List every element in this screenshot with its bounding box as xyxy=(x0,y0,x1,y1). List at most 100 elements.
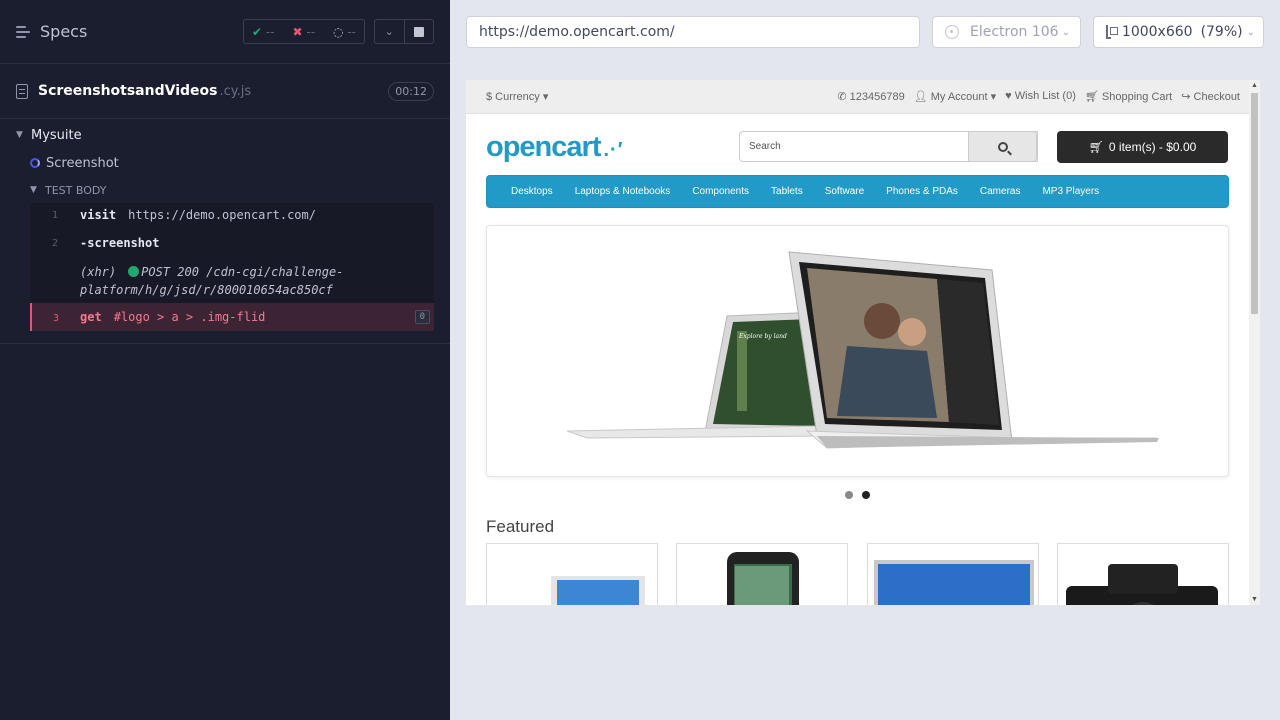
share-icon: ↪ xyxy=(1181,91,1191,103)
menu-item[interactable]: MP3 Players xyxy=(1031,186,1110,197)
command-number: 2 xyxy=(51,238,59,249)
command-name: visit xyxy=(80,208,117,222)
cart-button-label: 0 item(s) - $0.00 xyxy=(1108,140,1197,154)
currency-dropdown[interactable]: $ Currency ▾ xyxy=(486,90,548,103)
cart-button[interactable]: 🛒︎ 0 item(s) - $0.00 xyxy=(1057,131,1228,163)
cart-icon: 🛒︎ xyxy=(1084,91,1099,103)
checkout-link[interactable]: ↪ Checkout xyxy=(1181,90,1240,103)
product-card[interactable] xyxy=(676,543,848,605)
cart-icon: 🛒︎ xyxy=(1088,140,1104,154)
url-bar[interactable]: https://demo.opencart.com/ xyxy=(466,16,920,48)
aut-scrollbar[interactable]: ▲ ▼ xyxy=(1249,80,1260,605)
hero-slideshow[interactable]: Explore by land xyxy=(486,225,1229,477)
search-button[interactable] xyxy=(968,131,1037,162)
viewport-zoom: (79%) xyxy=(1200,24,1243,40)
chevron-down-icon: ⌄ xyxy=(1061,26,1070,38)
slide-caption: Explore by land xyxy=(738,333,787,340)
reporter-panel: Specs ✔ -- ✖ -- ◌ -- ⌄ ScreenshotsandVid… xyxy=(0,0,450,720)
chevron-down-icon: ▼ xyxy=(16,130,23,140)
command-number: 1 xyxy=(51,210,59,221)
macbook-air-banner-image: Explore by land xyxy=(566,251,1159,449)
chevron-down-icon: ⌄ xyxy=(1246,26,1255,38)
shopping-cart-link[interactable]: 🛒︎ Shopping Cart xyxy=(1085,90,1172,103)
stop-icon xyxy=(413,26,424,37)
specs-title[interactable]: Specs xyxy=(40,22,87,41)
suite-title: Mysuite xyxy=(31,127,82,143)
command-number: 3 xyxy=(52,312,60,324)
menu-item[interactable]: Phones & PDAs xyxy=(875,186,969,197)
slide-dot[interactable] xyxy=(845,491,853,499)
wishlist-link[interactable]: ♥ Wish List (0) xyxy=(1005,90,1076,103)
stop-button[interactable] xyxy=(403,20,434,43)
camera-product-image xyxy=(1066,564,1218,605)
viewport-info[interactable]: 1000x660 (79%) ⌄ xyxy=(1093,16,1264,48)
product-card[interactable] xyxy=(486,543,658,605)
menu-item[interactable]: Tablets xyxy=(760,186,814,197)
passed-count: -- xyxy=(265,24,275,39)
test-body-toggle[interactable]: ▼ TEST BODY xyxy=(0,177,450,203)
suite-row[interactable]: ▼ Mysuite xyxy=(0,121,450,149)
menu-item[interactable]: Desktops xyxy=(500,186,564,197)
element-count-badge: 0 xyxy=(414,310,430,324)
slideshow-pagination xyxy=(845,491,870,499)
browser-name: Electron 106 xyxy=(970,24,1059,40)
menu-item[interactable]: Components xyxy=(681,186,760,197)
pending-count: -- xyxy=(347,24,356,39)
browser-selector[interactable]: Electron 106 ⌄ xyxy=(932,16,1081,48)
ruler-icon xyxy=(1106,25,1118,39)
heart-icon: ♥ xyxy=(1005,90,1012,102)
menu-item[interactable]: Software xyxy=(814,186,875,197)
command-name: get xyxy=(80,310,102,324)
spec-file-row: ScreenshotsandVideos .cy.js 00:12 xyxy=(0,64,450,119)
command-row[interactable]: 1 visit https://demo.opencart.com/ xyxy=(30,203,434,231)
xhr-label: (xhr) xyxy=(80,265,117,279)
command-row[interactable]: 2 -screenshot xyxy=(30,231,434,259)
test-body-label: TEST BODY xyxy=(45,183,107,197)
macbook-product-image xyxy=(551,576,645,605)
command-arg: #logo > a > .img-flid xyxy=(113,310,266,324)
command-arg: https://demo.opencart.com/ xyxy=(128,208,316,222)
specs-list-icon[interactable] xyxy=(16,25,32,39)
phone-link[interactable]: ✆ 123456789 xyxy=(837,90,904,103)
passed-icon: ✔ xyxy=(252,24,263,39)
my-account-link[interactable]: 👤︎ My Account ▾ xyxy=(914,90,996,103)
running-spinner-icon xyxy=(30,158,40,168)
scrollbar-thumb[interactable] xyxy=(1251,93,1258,314)
scroll-up-icon[interactable]: ▲ xyxy=(1251,82,1258,89)
slide-dot-active[interactable] xyxy=(862,491,870,499)
iphone-product-image xyxy=(727,552,799,605)
search-icon xyxy=(997,141,1008,152)
electron-icon xyxy=(945,25,959,39)
viewport-size: 1000x660 xyxy=(1121,24,1193,40)
pending-icon: ◌ xyxy=(333,24,344,39)
scroll-down-icon[interactable]: ▼ xyxy=(1251,596,1258,603)
test-title: Screenshot xyxy=(46,155,119,171)
reporter-header: Specs ✔ -- ✖ -- ◌ -- ⌄ xyxy=(0,0,450,64)
featured-heading: Featured xyxy=(486,517,555,536)
run-controls: ⌄ xyxy=(374,19,434,44)
menu-item[interactable]: Laptops & Notebooks xyxy=(564,186,682,197)
product-card[interactable] xyxy=(867,543,1039,605)
failed-count: -- xyxy=(306,24,316,39)
spec-timer: 00:12 xyxy=(388,81,434,101)
spec-extension: .cy.js xyxy=(219,83,252,99)
product-card[interactable] xyxy=(1057,543,1229,605)
opencart-logo[interactable]: opencart .·′ xyxy=(486,131,624,164)
test-row[interactable]: Screenshot xyxy=(0,149,450,177)
monitor-product-image xyxy=(874,560,1034,605)
expand-chevron-icon[interactable]: ⌄ xyxy=(375,20,404,43)
failed-icon: ✖ xyxy=(292,24,303,39)
command-row-active[interactable]: 3 get #logo > a > .img-flid 0 xyxy=(30,303,434,331)
command-log: 1 visit https://demo.opencart.com/ 2 -sc… xyxy=(30,203,434,331)
logo-cart-icon: .·′ xyxy=(603,139,624,161)
xhr-log-row[interactable]: (xhr) POST 200 /cdn-cgi/challenge-platfor… xyxy=(30,259,434,303)
opencart-topbar: $ Currency ▾ ✆ 123456789 👤︎ My Account ▾… xyxy=(466,80,1260,114)
run-stats: ✔ -- ✖ -- ◌ -- xyxy=(243,19,365,44)
menu-item[interactable]: Cameras xyxy=(969,186,1032,197)
category-menu: Desktops Laptops & Notebooks Components … xyxy=(486,175,1229,208)
user-icon: 👤︎ xyxy=(913,91,928,103)
spec-name[interactable]: ScreenshotsandVideos xyxy=(38,83,217,99)
status-success-icon xyxy=(128,266,140,277)
command-name: -screenshot xyxy=(80,236,160,250)
divider xyxy=(0,343,450,344)
